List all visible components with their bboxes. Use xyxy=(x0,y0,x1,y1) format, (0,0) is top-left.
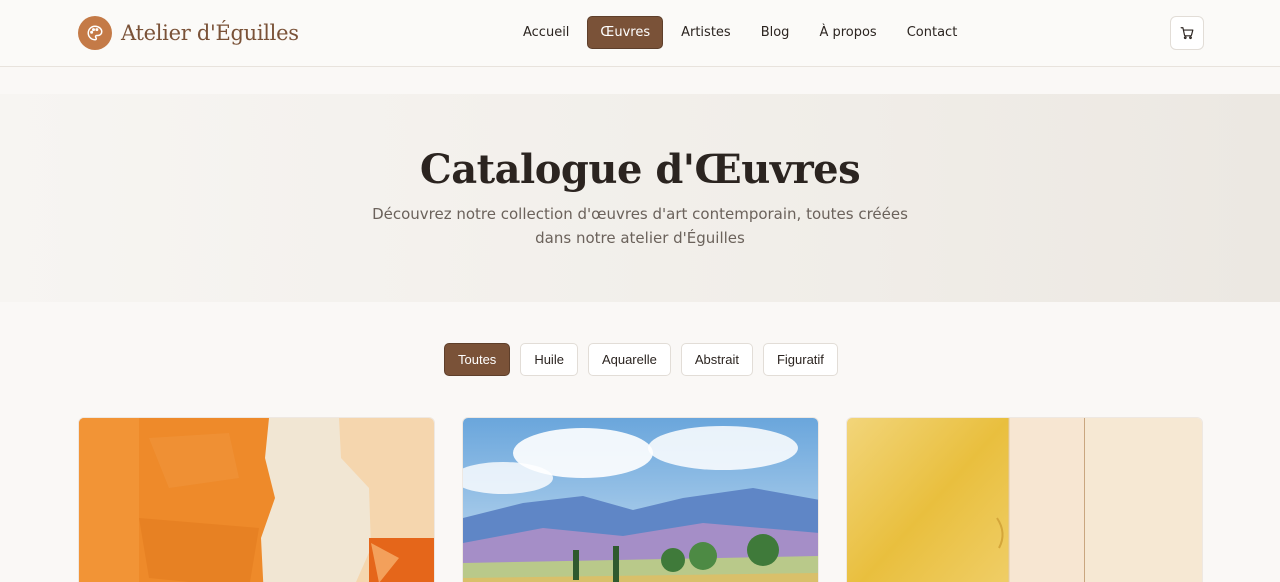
palette-icon xyxy=(78,16,112,50)
catalogue-hero: Catalogue d'Œuvres Découvrez notre colle… xyxy=(0,94,1280,302)
category-filters: Toutes Huile Aquarelle Abstrait Figurati… xyxy=(444,343,848,376)
filter-toutes[interactable]: Toutes xyxy=(444,343,511,376)
cart-button[interactable] xyxy=(1170,16,1204,50)
site-header: Atelier d'Éguilles Accueil Œuvres Artist… xyxy=(0,0,1280,67)
artwork-image-gold-abstract xyxy=(847,418,1202,582)
artwork-card[interactable] xyxy=(462,417,819,582)
artwork-image-abstract-orange xyxy=(79,418,434,582)
filter-aquarelle[interactable]: Aquarelle xyxy=(587,343,671,376)
nav-item-accueil[interactable]: Accueil xyxy=(511,16,581,49)
shopping-cart-icon xyxy=(1180,27,1194,40)
page-title: Catalogue d'Œuvres xyxy=(419,146,861,193)
nav-item-artistes[interactable]: Artistes xyxy=(669,16,743,49)
brand-name: Atelier d'Éguilles xyxy=(121,21,299,45)
brand[interactable]: Atelier d'Éguilles xyxy=(78,16,299,50)
artwork-image-provence-landscape xyxy=(463,418,818,582)
nav-item-contact[interactable]: Contact xyxy=(895,16,970,49)
main-nav: Accueil Œuvres Artistes Blog À propos Co… xyxy=(511,16,975,49)
filter-abstrait[interactable]: Abstrait xyxy=(680,343,753,376)
nav-item-oeuvres[interactable]: Œuvres xyxy=(587,16,664,49)
nav-item-blog[interactable]: Blog xyxy=(749,16,802,49)
artwork-card[interactable] xyxy=(78,417,435,582)
filter-huile[interactable]: Huile xyxy=(520,343,578,376)
nav-item-a-propos[interactable]: À propos xyxy=(807,16,888,49)
artwork-card[interactable] xyxy=(846,417,1203,582)
filter-figuratif[interactable]: Figuratif xyxy=(762,343,838,376)
page-subtitle: Découvrez notre collection d'œuvres d'ar… xyxy=(372,205,908,247)
